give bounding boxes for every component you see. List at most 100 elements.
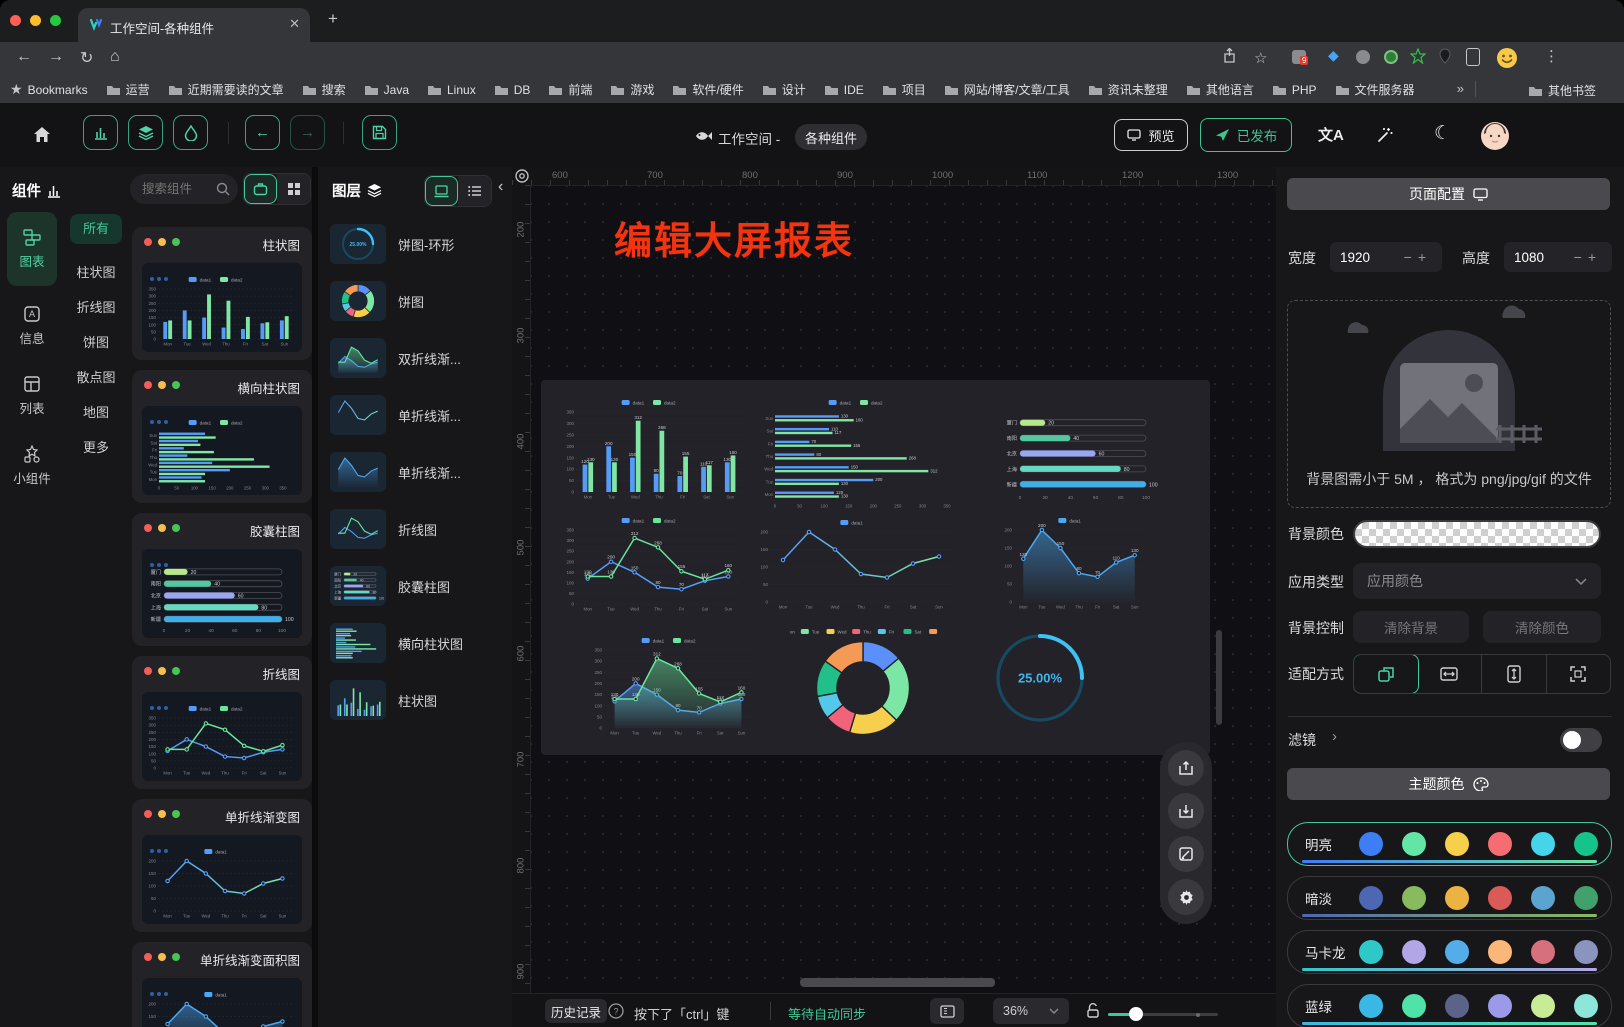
component-card-capsule[interactable]: 胶囊柱图 厦门20南阳40北京60上海80新疆100020406080100 [132, 513, 312, 646]
mac-close-button[interactable] [10, 15, 21, 26]
bookmark-item[interactable]: 其他语言 [1186, 81, 1254, 98]
chart-panel-button[interactable] [83, 115, 118, 150]
theme-color-dot[interactable] [1359, 994, 1383, 1018]
home-icon[interactable]: ⌂ [110, 48, 120, 66]
extension-pin-icon[interactable] [1438, 48, 1452, 64]
layer-item[interactable]: 双折线渐... [330, 335, 502, 381]
background-upload-area[interactable]: 背景图需小于 5M ， 格式为 png/jpg/gif 的文件 [1287, 300, 1611, 508]
theme-color-dot[interactable] [1488, 832, 1512, 856]
component-card-hbar[interactable]: 横向柱状图 050100150200250300350SunSatFriThuW… [132, 370, 312, 503]
theme-row-bright[interactable]: 明亮 [1287, 822, 1612, 866]
sidebar-item-list[interactable]: 列表 [7, 364, 57, 428]
theme-row-macaron[interactable]: 马卡龙 [1287, 930, 1612, 974]
sidebar-item-info[interactable]: A 信息 [7, 294, 57, 358]
filter-toggle[interactable] [1560, 728, 1602, 752]
sidebar-item-charts[interactable]: 图表 [7, 212, 57, 286]
extension-tabs-icon[interactable]: 9 [1292, 50, 1306, 64]
back-icon[interactable]: ← [16, 48, 32, 66]
widget-gradient-area-chart[interactable]: 050100150200MonTueWedThuFriSatSun1202001… [998, 516, 1150, 612]
theme-color-dot[interactable] [1488, 886, 1512, 910]
theme-color-dot[interactable] [1445, 940, 1469, 964]
width-stepper[interactable]: 1920 −+ [1330, 242, 1442, 272]
search-icon[interactable] [216, 182, 230, 196]
ruler-eye-icon[interactable] [514, 168, 530, 184]
theme-color-dot[interactable] [1531, 940, 1555, 964]
theme-color-dot[interactable] [1574, 940, 1598, 964]
bookmark-item[interactable]: 前端 [548, 81, 592, 98]
zoom-select[interactable]: 36% [993, 998, 1069, 1024]
bookmark-item[interactable]: 近期需要读的文章 [168, 81, 284, 98]
fit-width-option[interactable] [1418, 655, 1483, 693]
category-item[interactable]: 更多 [68, 437, 124, 456]
widget-gradient-line-chart[interactable]: 050100150200MonTueWedThuFriSatSundata1 [754, 518, 958, 612]
fit-stretch-option[interactable] [1547, 655, 1611, 693]
grid-view-toggle[interactable] [277, 174, 310, 204]
theme-color-dot[interactable] [1445, 994, 1469, 1018]
canvas-vertical-scrollbar[interactable] [1216, 630, 1222, 725]
extension-star-icon[interactable] [1410, 48, 1426, 64]
layer-item[interactable]: 折线图 [330, 506, 502, 552]
layer-item[interactable]: 柱状图 [330, 677, 502, 723]
bookmark-item[interactable]: 运营 [106, 81, 150, 98]
undo-button[interactable]: ← [245, 115, 280, 150]
translate-icon[interactable]: 文A [1318, 124, 1344, 145]
forward-icon[interactable]: → [48, 48, 64, 66]
layer-item[interactable]: 单折线渐... [330, 392, 502, 438]
bookmarks-root[interactable]: ★Bookmarks [10, 81, 88, 98]
theme-color-dot[interactable] [1402, 832, 1426, 856]
app-home-icon[interactable] [32, 125, 52, 145]
layer-item[interactable]: 横向柱状图 [330, 620, 502, 666]
widget-progress-ring[interactable]: 25.00% [995, 633, 1085, 723]
theme-color-dot[interactable] [1574, 832, 1598, 856]
category-item[interactable]: 地图 [68, 402, 124, 421]
publish-button[interactable]: 已发布 [1200, 118, 1292, 152]
sidebar-item-widgets[interactable]: 小组件 [7, 434, 57, 498]
help-icon[interactable]: ? [608, 1003, 624, 1019]
widget-ring-pie-chart[interactable] [815, 640, 911, 736]
layer-list-toggle[interactable] [458, 176, 491, 206]
bookmark-item[interactable]: Linux [427, 83, 476, 97]
widget-horizontal-bar-chart[interactable]: 050100150200250300350Sun130160Sat110117F… [758, 398, 962, 510]
component-card-area-gradient[interactable]: 单折线渐变面积图 050100150200MonTueWedThuFriSatS… [132, 942, 312, 1027]
browser-tab[interactable]: 工作空间-各种组件 ✕ [78, 8, 310, 42]
layer-item[interactable]: 单折线渐... [330, 449, 502, 495]
mac-zoom-button[interactable] [50, 15, 61, 26]
app-type-select[interactable]: 应用颜色 [1353, 563, 1601, 599]
preview-button[interactable]: 预览 [1114, 119, 1188, 151]
canvas-page-title[interactable]: 编辑大屏报表 [614, 210, 854, 265]
clear-color-button[interactable]: 清除颜色 [1483, 611, 1601, 643]
bookmark-item[interactable]: 网站/博客/文章/工具 [944, 81, 1070, 98]
theme-color-dot[interactable] [1402, 886, 1426, 910]
theme-color-dot[interactable] [1531, 832, 1555, 856]
dark-mode-moon-icon[interactable]: ☾ [1434, 122, 1451, 145]
redo-button[interactable]: → [290, 115, 325, 150]
canvas-area[interactable]: 6007008009001000110012001300 20030040050… [512, 167, 1276, 1027]
widget-double-area-chart[interactable]: 050100150200250300350MonTueWedThuFriSatS… [588, 636, 758, 738]
category-item[interactable]: 折线图 [68, 297, 124, 316]
theme-color-dot[interactable] [1574, 994, 1598, 1018]
tab-close-icon[interactable]: ✕ [289, 16, 300, 32]
bg-color-swatch[interactable] [1353, 520, 1601, 548]
category-item[interactable]: 柱状图 [68, 262, 124, 281]
widget-line-chart[interactable]: 050100150200250300350MonTueWedThuFriSatS… [560, 516, 746, 614]
theme-color-dot[interactable] [1402, 994, 1426, 1018]
bookmark-item[interactable]: 资讯未整理 [1088, 81, 1168, 98]
other-bookmarks[interactable]: 其他书签 [1528, 82, 1596, 99]
canvas-horizontal-scrollbar[interactable] [800, 978, 995, 987]
category-item[interactable]: 所有 [70, 214, 122, 244]
import-button[interactable] [1168, 793, 1204, 829]
fit-height-option[interactable] [1482, 655, 1547, 693]
user-avatar[interactable] [1480, 121, 1510, 151]
theme-color-dot[interactable] [1531, 994, 1555, 1018]
save-button[interactable] [362, 115, 397, 150]
share-icon[interactable] [1222, 48, 1237, 64]
height-stepper[interactable]: 1080 −+ [1504, 242, 1612, 272]
extension-grey-icon[interactable] [1356, 50, 1370, 64]
zoom-slider-thumb[interactable] [1129, 1007, 1143, 1021]
lock-open-icon[interactable] [1086, 1002, 1100, 1019]
panel-layout-button[interactable] [930, 998, 964, 1024]
theme-color-dot[interactable] [1488, 940, 1512, 964]
layer-item[interactable]: 厦门20南阳40北京60上海80新疆100胶囊柱图 [330, 563, 502, 609]
theme-row-dim[interactable]: 暗淡 [1287, 876, 1612, 920]
tablet-icon[interactable] [1466, 48, 1480, 66]
